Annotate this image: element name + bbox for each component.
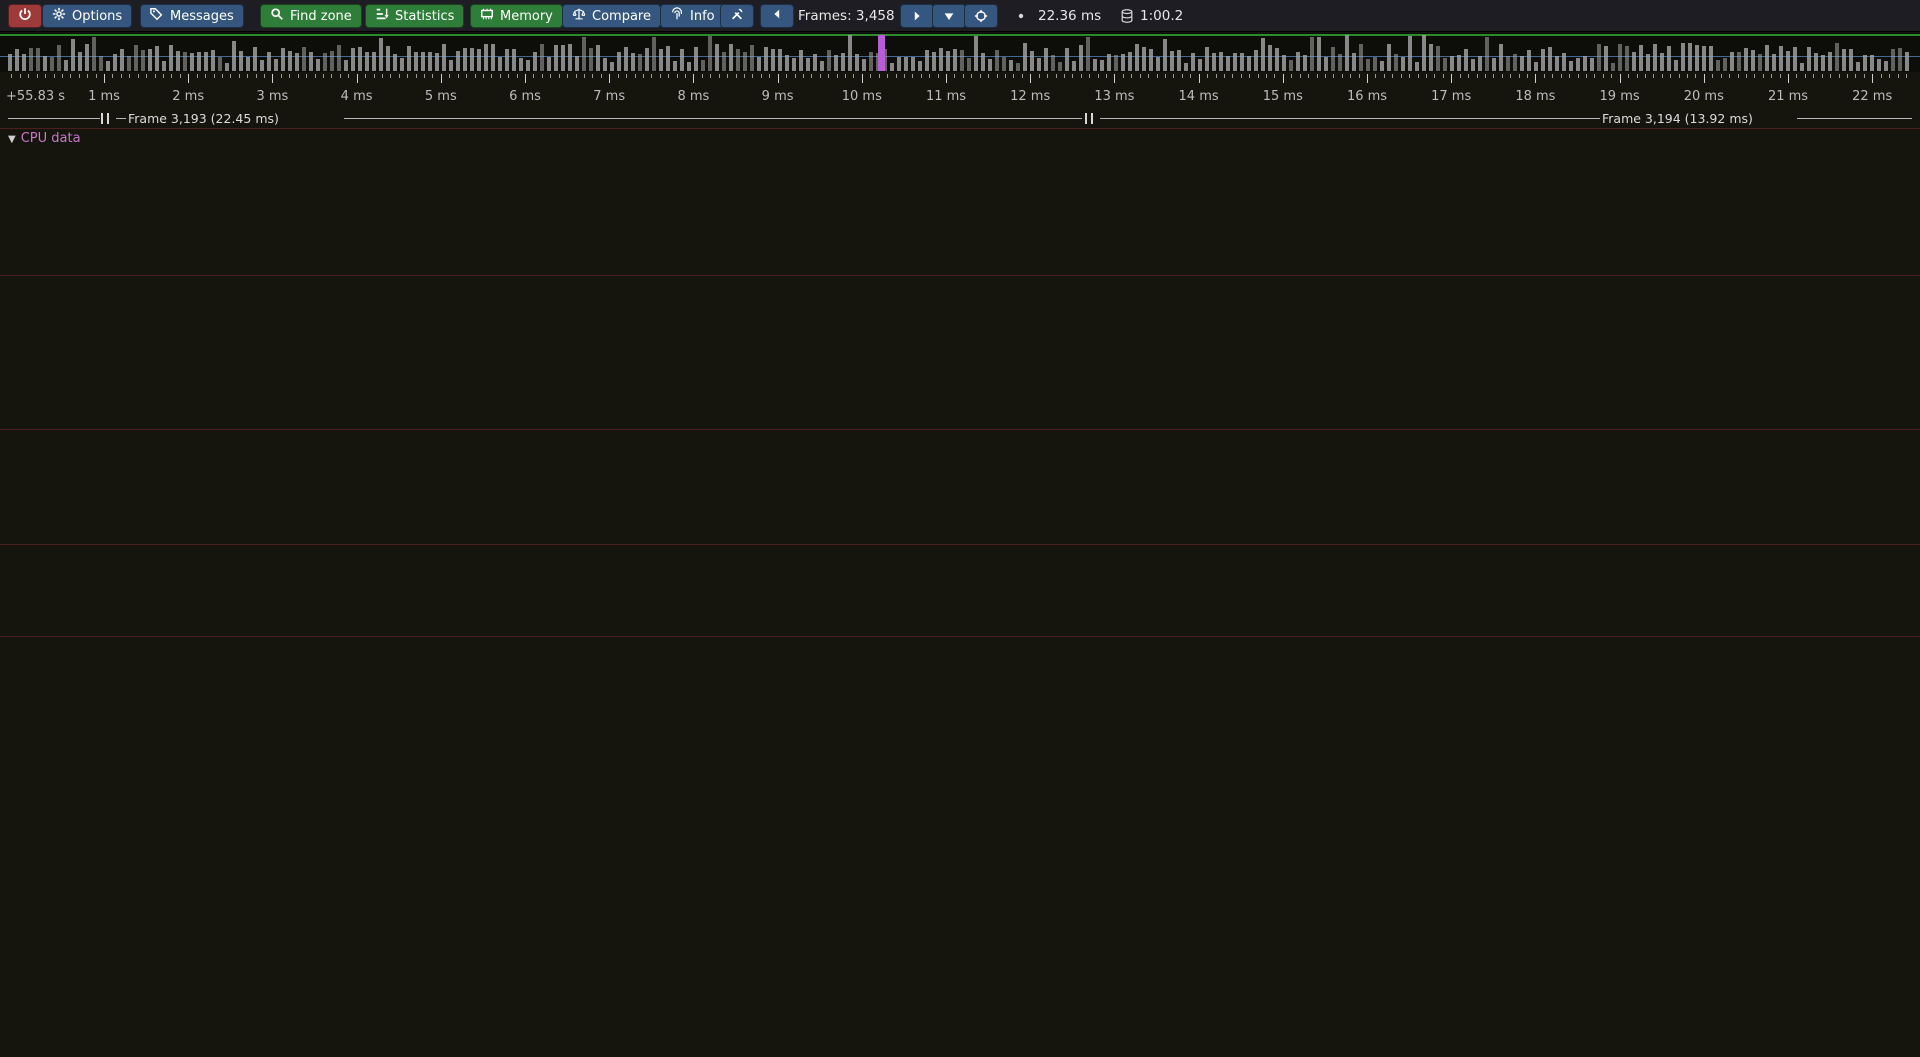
focus-frame-button[interactable] <box>964 4 998 28</box>
messages-button[interactable]: Messages <box>140 4 244 28</box>
options-button[interactable]: Options <box>42 4 132 28</box>
mem-icon <box>480 7 494 25</box>
power-icon <box>18 7 32 25</box>
compare-button[interactable]: Compare <box>562 4 661 28</box>
power-button[interactable] <box>8 4 42 28</box>
next-frame-button[interactable] <box>900 4 934 28</box>
memory-button[interactable]: Memory <box>470 4 563 28</box>
database-icon <box>1118 8 1136 27</box>
tags-icon <box>150 7 164 25</box>
tleft-icon <box>770 7 784 25</box>
capture-time-label: 1:00.2 <box>1140 8 1183 24</box>
statistics-button[interactable]: Statistics <box>365 4 464 28</box>
sortb-icon <box>375 7 389 25</box>
frame-dropdown-button[interactable] <box>932 4 966 28</box>
fp-icon <box>670 7 684 25</box>
memory-usage-graph <box>0 0 1920 1057</box>
toolbar: Options Messages Find zoneStatisticsMemory… <box>0 0 1920 32</box>
gear-icon <box>52 7 66 25</box>
info-button[interactable]: Info <box>660 4 725 28</box>
tools-button[interactable] <box>720 4 754 28</box>
view-span-label: 22.36 ms <box>1038 8 1101 24</box>
frames-count-label: Frames: 3,458 <box>798 8 895 24</box>
search-icon <box>270 7 284 25</box>
prev-frame-button[interactable] <box>760 4 794 28</box>
eye-icon <box>1012 8 1030 27</box>
tools-icon <box>730 7 744 25</box>
find-zone-button[interactable]: Find zone <box>260 4 362 28</box>
scale-icon <box>572 7 586 25</box>
